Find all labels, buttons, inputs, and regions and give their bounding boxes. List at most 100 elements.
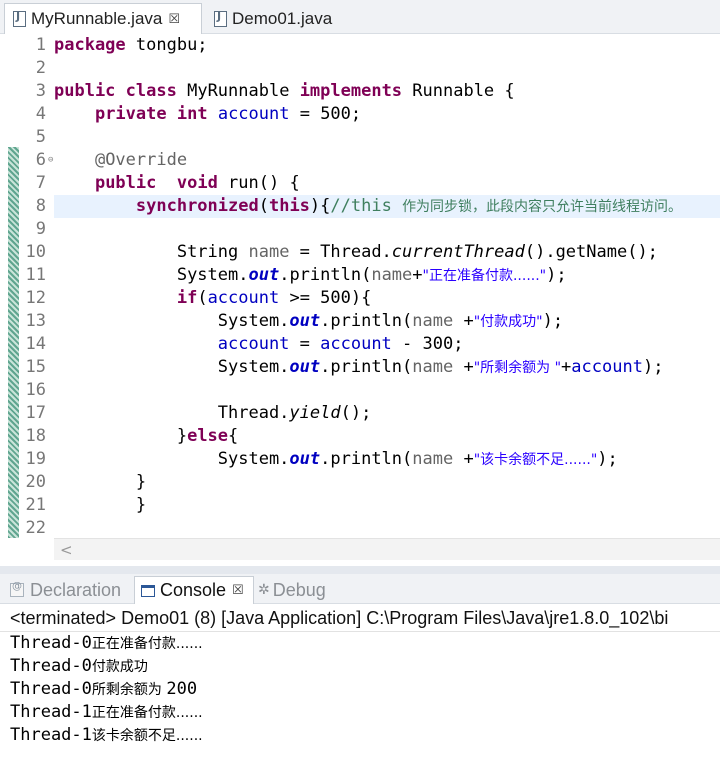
- code-line-15: System.out.println(name +"所剩余额为 "+accoun…: [54, 356, 720, 379]
- thread-id: Thread-0: [10, 633, 92, 653]
- code-text: +: [453, 449, 474, 469]
- line-number-text: 6: [35, 150, 46, 170]
- code-text: );: [542, 311, 564, 331]
- code-text: );: [546, 265, 567, 285]
- local-variable: name: [412, 449, 454, 469]
- keyword: if: [176, 288, 198, 308]
- static-field: out: [289, 357, 321, 377]
- console-view[interactable]: <terminated> Demo01 (8) [Java Applicatio…: [0, 604, 720, 778]
- line-number: 22: [25, 518, 46, 538]
- line-number: 7: [35, 173, 46, 193]
- line-number: 14: [25, 334, 46, 354]
- keyword: package: [54, 35, 126, 55]
- code-text-area[interactable]: package tongbu; public class MyRunnable …: [54, 34, 720, 540]
- code-line-21: }: [54, 494, 720, 517]
- line-number-ruler: 1 2 3 4 5 6 ⊖ 7 8 9 10 11 12 13 14 15 16 …: [20, 34, 54, 540]
- fold-collapse-icon[interactable]: ⊖: [48, 149, 53, 172]
- local-variable: name: [412, 357, 454, 377]
- code-text: System.: [217, 449, 290, 469]
- tab-console[interactable]: Console ☒: [134, 576, 254, 604]
- code-line-17: Thread.yield();: [54, 402, 720, 425]
- code-text: ().getName();: [524, 242, 658, 262]
- code-line-14: account = account - 300;: [54, 333, 720, 356]
- code-line-4: private int account = 500;: [54, 103, 720, 126]
- field-name: account: [207, 288, 280, 308]
- code-text: +: [412, 265, 423, 285]
- code-text: Runnable {: [402, 81, 515, 101]
- editor-tab-bar: MyRunnable.java ☒ Demo01.java: [0, 0, 720, 34]
- code-text: +: [453, 357, 474, 377]
- keyword: public: [54, 81, 116, 101]
- keyword: private: [94, 104, 167, 124]
- tab-label: MyRunnable.java: [31, 9, 163, 28]
- code-line-13: System.out.println(name +"付款成功");: [54, 310, 720, 333]
- output-message: 所剩余额为: [91, 682, 167, 698]
- annotation: @Override: [94, 150, 188, 170]
- code-text: Thread.: [217, 403, 290, 423]
- code-line-1: package tongbu;: [54, 34, 720, 57]
- close-icon[interactable]: ☒: [168, 12, 180, 27]
- code-line-19: System.out.println(name +"该卡余额不足......")…: [54, 448, 720, 471]
- line-number: 15: [25, 357, 46, 377]
- console-output-line: Thread-1正在准备付款......: [0, 701, 720, 724]
- code-text: tongbu;: [125, 35, 208, 55]
- line-number: 4: [35, 104, 46, 124]
- static-method: yield: [289, 403, 341, 423]
- line-number: 3: [35, 81, 46, 101]
- code-line-6: @Override: [54, 149, 720, 172]
- panel-divider[interactable]: [0, 566, 720, 574]
- keyword: this: [268, 196, 310, 216]
- tab-demo01-java[interactable]: Demo01.java: [206, 3, 356, 34]
- tab-label: Debug: [272, 579, 326, 600]
- keyword: public: [94, 173, 157, 193]
- keyword: implements: [299, 81, 403, 101]
- static-field: out: [248, 265, 280, 285]
- static-field: out: [289, 311, 321, 331]
- close-icon[interactable]: ☒: [232, 583, 244, 598]
- line-number: 19: [25, 449, 46, 469]
- field-name: account: [217, 334, 290, 354]
- output-number: 200: [166, 679, 198, 699]
- scroll-left-icon[interactable]: <: [60, 539, 73, 561]
- code-line-8-current: synchronized(this){//this 作为同步锁，此段内容只允许当…: [54, 195, 720, 218]
- local-variable: name: [412, 311, 454, 331]
- code-text: .println(: [320, 311, 413, 331]
- code-text: = Thread.: [289, 242, 392, 262]
- code-line-11: System.out.println(name+"正在准备付款......");: [54, 264, 720, 287]
- line-number: 20: [25, 472, 46, 492]
- code-line-3: public class MyRunnable implements Runna…: [54, 80, 720, 103]
- line-number: 1: [35, 35, 46, 55]
- tab-myrunnable-java[interactable]: MyRunnable.java ☒: [4, 3, 202, 34]
- code-text: );: [597, 449, 618, 469]
- code-text: - 300;: [391, 334, 464, 354]
- code-line-7: public void run() {: [54, 172, 720, 195]
- console-output-line: Thread-0正在准备付款......: [0, 632, 720, 655]
- thread-id: Thread-0: [10, 656, 92, 676]
- code-line-10: String name = Thread.currentThread().get…: [54, 241, 720, 264]
- code-text: run() {: [217, 173, 300, 193]
- code-text: );: [642, 357, 664, 377]
- thread-id: Thread-1: [10, 702, 92, 722]
- code-editor[interactable]: 1 2 3 4 5 6 ⊖ 7 8 9 10 11 12 13 14 15 16 …: [0, 34, 720, 560]
- local-variable: name: [248, 242, 290, 262]
- horizontal-scrollbar[interactable]: <: [54, 538, 720, 560]
- code-text: System.: [217, 311, 290, 331]
- keyword: class: [125, 81, 177, 101]
- code-text: System.: [176, 265, 249, 285]
- line-number: 12: [25, 288, 46, 308]
- thread-id: Thread-0: [10, 679, 92, 699]
- code-text: +: [561, 357, 572, 377]
- comment: //this: [330, 196, 403, 216]
- thread-id: Thread-1: [10, 725, 92, 745]
- comment: 作为同步锁，此段内容只允许当前线程访问。: [402, 199, 683, 215]
- console-output-line: Thread-0所剩余额为 200: [0, 678, 720, 701]
- output-message: 正在准备付款......: [91, 636, 203, 652]
- code-text: .println(: [320, 357, 413, 377]
- tab-debug[interactable]: ✲ Debug: [256, 576, 346, 604]
- tab-declaration[interactable]: Declaration: [6, 576, 132, 604]
- code-text: >= 500){: [279, 288, 372, 308]
